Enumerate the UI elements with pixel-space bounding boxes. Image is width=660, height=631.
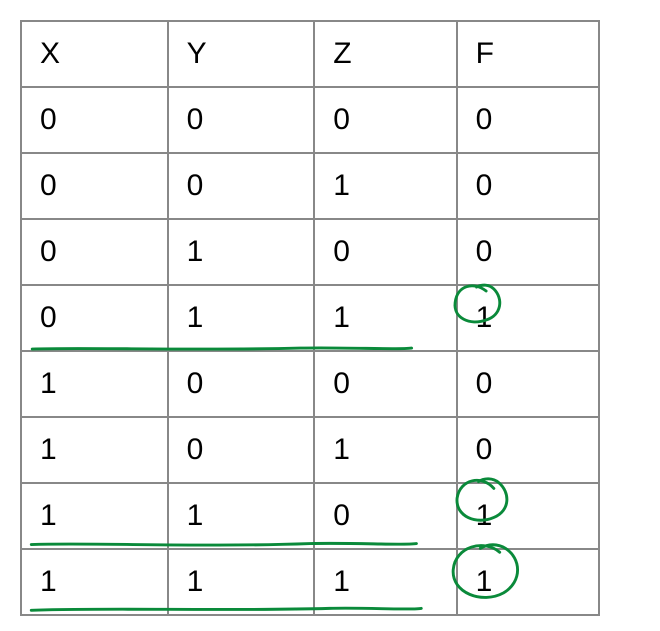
- cell-z: 0: [314, 87, 456, 153]
- cell-y: 1: [168, 219, 315, 285]
- cell-x: 0: [21, 285, 168, 351]
- cell-y: 0: [168, 351, 315, 417]
- cell-y: 0: [168, 87, 315, 153]
- col-header-x: X: [21, 21, 168, 87]
- cell-f: 0: [457, 153, 599, 219]
- cell-x: 1: [21, 483, 168, 549]
- col-header-y: Y: [168, 21, 315, 87]
- cell-x: 1: [21, 417, 168, 483]
- table-row: 0 1 0 0: [21, 219, 599, 285]
- cell-z: 0: [314, 351, 456, 417]
- table-row: 0 0 1 0: [21, 153, 599, 219]
- cell-x: 0: [21, 219, 168, 285]
- cell-y: 1: [168, 285, 315, 351]
- cell-z: 1: [314, 417, 456, 483]
- cell-x: 1: [21, 351, 168, 417]
- cell-z: 0: [314, 483, 456, 549]
- table-row: 1 0 0 0: [21, 351, 599, 417]
- cell-x: 0: [21, 153, 168, 219]
- col-header-z: Z: [314, 21, 456, 87]
- cell-f: 0: [457, 87, 599, 153]
- table-row: 0 1 1 1: [21, 285, 599, 351]
- table-row: 1 1 0 1: [21, 483, 599, 549]
- cell-f: 0: [457, 417, 599, 483]
- cell-z: 0: [314, 219, 456, 285]
- cell-x: 1: [21, 549, 168, 615]
- cell-y: 0: [168, 153, 315, 219]
- cell-y: 0: [168, 417, 315, 483]
- cell-x: 0: [21, 87, 168, 153]
- table-row: 0 0 0 0: [21, 87, 599, 153]
- cell-z: 1: [314, 153, 456, 219]
- cell-f: 0: [457, 219, 599, 285]
- cell-y: 1: [168, 549, 315, 615]
- cell-f: 1: [457, 549, 599, 615]
- cell-f: 0: [457, 351, 599, 417]
- cell-z: 1: [314, 549, 456, 615]
- cell-y: 1: [168, 483, 315, 549]
- truth-table: X Y Z F 0 0 0 0 0 0 1 0 0 1 0 0 0 1 1 1: [20, 20, 600, 616]
- cell-f: 1: [457, 483, 599, 549]
- table-row: 1 1 1 1: [21, 549, 599, 615]
- cell-f: 1: [457, 285, 599, 351]
- cell-z: 1: [314, 285, 456, 351]
- table-row: 1 0 1 0: [21, 417, 599, 483]
- table-header-row: X Y Z F: [21, 21, 599, 87]
- col-header-f: F: [457, 21, 599, 87]
